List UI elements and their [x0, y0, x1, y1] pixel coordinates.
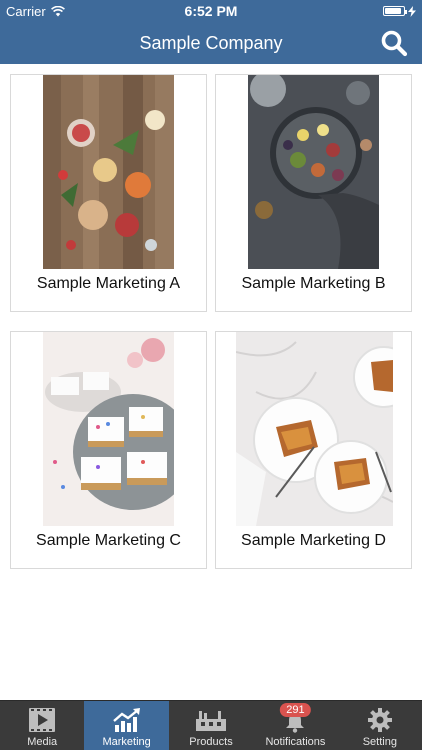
marketing-card-d[interactable]: Sample Marketing D [215, 331, 412, 569]
platter-photo [248, 75, 379, 269]
marketing-card-c[interactable]: Sample Marketing C [10, 331, 207, 569]
gear-icon [367, 708, 392, 732]
tab-products[interactable]: Products [169, 701, 253, 750]
tab-setting[interactable]: Setting [338, 701, 422, 750]
tab-label: Products [189, 736, 233, 748]
status-bar: Carrier 6:52 PM [0, 0, 422, 22]
card-label: Sample Marketing A [36, 275, 181, 292]
tab-notifications[interactable]: 291 Notifications [253, 701, 337, 750]
marketing-card-b[interactable]: Sample Marketing B [215, 74, 412, 312]
search-button[interactable] [380, 29, 408, 57]
tab-label: Marketing [102, 736, 151, 748]
battery-icon [383, 6, 407, 16]
tab-label: Media [27, 736, 58, 748]
cocktails-photo [43, 75, 174, 269]
card-label: Sample Marketing D [241, 532, 386, 549]
card-label: Sample Marketing B [241, 275, 386, 292]
tab-label: Setting [362, 736, 397, 748]
status-right [383, 5, 416, 17]
tab-marketing[interactable]: Marketing [84, 701, 169, 750]
search-icon [381, 30, 408, 57]
tab-bar: Media Marketing Products 291 Notificatio… [0, 700, 422, 750]
tab-media[interactable]: Media [0, 701, 84, 750]
carrier-label: Carrier [6, 3, 46, 19]
trend-chart-icon [112, 708, 140, 732]
marketing-card-a[interactable]: Sample Marketing A [10, 74, 207, 312]
factory-icon [196, 711, 227, 731]
card-label: Sample Marketing C [36, 532, 181, 549]
video-icon [29, 708, 56, 732]
cake-bars-photo [43, 332, 174, 526]
status-left: Carrier [6, 4, 65, 19]
tab-label: Notifications [265, 736, 326, 748]
tart-plates-photo [236, 332, 393, 526]
wifi-icon [50, 5, 65, 16]
nav-bar: Sample Company [0, 22, 422, 64]
battery-fill [385, 8, 402, 14]
notification-badge: 291 [280, 703, 311, 717]
page-title: Sample Company [139, 32, 283, 53]
charging-bolt-icon [408, 5, 416, 17]
